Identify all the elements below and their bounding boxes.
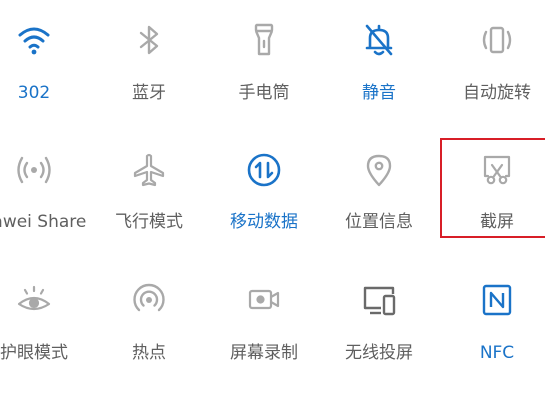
- wireless-projection-icon: [361, 282, 397, 318]
- tile-mute[interactable]: 静音: [319, 22, 439, 122]
- tile-wifi[interactable]: 302: [0, 22, 94, 122]
- tile-location[interactable]: 位置信息: [319, 152, 439, 252]
- auto-rotate-icon: [479, 22, 515, 58]
- airplane-icon: [131, 152, 167, 188]
- mobile-data-icon: [246, 152, 282, 188]
- bluetooth-icon: [131, 22, 167, 58]
- highlight-box: [440, 138, 545, 238]
- tile-hotspot[interactable]: 热点: [89, 282, 209, 382]
- tile-label: NFC: [479, 343, 515, 363]
- tile-bluetooth[interactable]: 蓝牙: [89, 22, 209, 122]
- tile-auto-rotate[interactable]: 自动旋转: [437, 22, 545, 122]
- tile-airplane-mode[interactable]: 飞行模式: [89, 152, 209, 252]
- screen-record-icon: [246, 282, 282, 318]
- tile-nfc[interactable]: NFC: [437, 282, 545, 382]
- hotspot-icon: [131, 282, 167, 318]
- quick-settings-grid: 302 蓝牙 手电筒 静音 自动旋转 wei Share 飞行模式 移动数据 位…: [0, 0, 545, 402]
- nfc-icon: [479, 282, 515, 318]
- tile-wireless-projection[interactable]: 无线投屏: [319, 282, 439, 382]
- tile-flashlight[interactable]: 手电筒: [204, 22, 324, 122]
- tile-label: 自动旋转: [463, 83, 531, 103]
- eye-comfort-icon: [16, 282, 52, 318]
- location-pin-icon: [361, 152, 397, 188]
- tile-mobile-data[interactable]: 移动数据: [204, 152, 324, 252]
- tile-huawei-share[interactable]: uawei Share: [0, 152, 94, 252]
- flashlight-icon: [246, 22, 282, 58]
- bell-muted-icon: [361, 22, 397, 58]
- wifi-icon: [16, 22, 52, 58]
- tile-eye-comfort[interactable]: 护眼模式: [0, 282, 94, 382]
- huawei-share-icon: [16, 152, 52, 188]
- tile-screen-record[interactable]: 屏幕录制: [204, 282, 324, 382]
